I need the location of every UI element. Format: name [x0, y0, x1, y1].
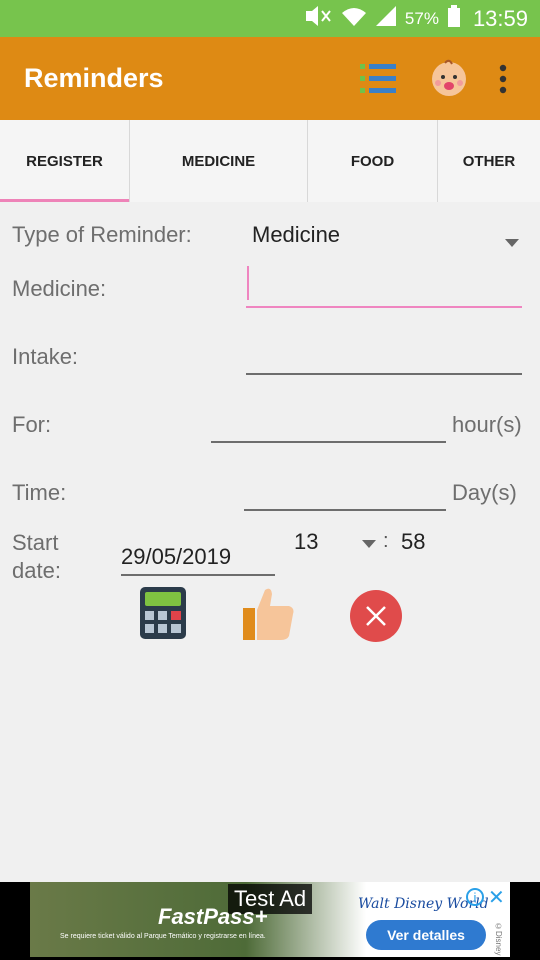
app-bar: Reminders — [0, 37, 540, 120]
tab-label: REGISTER — [26, 152, 103, 170]
ad-info-icon[interactable]: i — [466, 888, 484, 906]
tab-indicator — [0, 199, 129, 202]
tab-food[interactable]: FOOD — [308, 120, 438, 202]
baby-face-icon[interactable] — [430, 59, 468, 97]
time-input[interactable] — [244, 466, 446, 512]
ad-cta-button[interactable]: Ver detalles — [366, 920, 486, 950]
text-cursor — [247, 266, 249, 300]
tab-register[interactable]: REGISTER — [0, 120, 130, 202]
hour-value: 13 — [294, 529, 319, 554]
medicine-underline — [246, 306, 522, 308]
intake-underline — [246, 373, 522, 375]
start-label-line2: date: — [12, 558, 61, 583]
ad-close-icon[interactable]: ✕ — [488, 885, 505, 910]
tab-bar: REGISTER MEDICINE FOOD OTHER — [0, 120, 540, 202]
tab-label: OTHER — [462, 152, 516, 170]
thumbs-up-icon[interactable] — [243, 586, 297, 642]
mute-icon — [303, 5, 333, 32]
dropdown-caret-icon — [505, 239, 519, 247]
cancel-icon[interactable] — [349, 589, 403, 643]
signal-icon — [375, 5, 397, 32]
tab-medicine[interactable]: MEDICINE — [130, 120, 308, 202]
ad-headline: FastPass+ — [158, 904, 268, 929]
clock: 13:59 — [472, 5, 528, 31]
tab-label: MEDICINE — [181, 152, 256, 170]
hour-spinner[interactable]: 13 — [290, 528, 385, 562]
type-spinner[interactable]: Medicine — [246, 212, 526, 256]
start-date-value: 29/05/2019 — [121, 544, 232, 569]
intake-input[interactable] — [246, 332, 522, 378]
status-bar: 57% 13:59 — [0, 0, 540, 37]
list-icon[interactable] — [358, 61, 398, 97]
wifi-icon — [341, 5, 367, 32]
for-underline — [211, 441, 446, 443]
time-underline — [244, 509, 446, 511]
time-label: Time: — [12, 480, 67, 505]
medicine-label: Medicine: — [12, 276, 107, 301]
battery-icon — [447, 5, 461, 32]
app-title: Reminders — [24, 63, 164, 93]
ad-banner[interactable]: Test Ad FastPass+ Se requiere ticket vál… — [0, 882, 540, 960]
for-label: For: — [12, 412, 52, 437]
start-date-underline — [121, 574, 275, 576]
time-separator: : — [383, 530, 389, 552]
dropdown-caret-icon — [362, 540, 376, 548]
type-value: Medicine — [252, 222, 341, 247]
battery-percent: 57% — [404, 8, 439, 28]
more-vert-icon[interactable] — [490, 61, 516, 97]
start-label-line1: Start — [12, 530, 59, 555]
minute-value: 58 — [401, 529, 426, 554]
time-unit: Day(s) — [452, 480, 517, 505]
tab-other[interactable]: OTHER — [438, 120, 540, 202]
medicine-input[interactable] — [246, 262, 522, 310]
for-input[interactable] — [211, 398, 446, 444]
intake-label: Intake: — [12, 344, 79, 369]
tab-label: FOOD — [350, 152, 395, 170]
ad-small-text: Se requiere ticket válido al Parque Temá… — [60, 933, 266, 940]
ad-copyright: ©Disney — [494, 922, 503, 956]
for-unit: hour(s) — [452, 412, 522, 437]
calculator-icon[interactable] — [140, 587, 186, 639]
start-date-input[interactable]: 29/05/2019 — [121, 532, 275, 578]
type-label: Type of Reminder: — [12, 222, 192, 247]
